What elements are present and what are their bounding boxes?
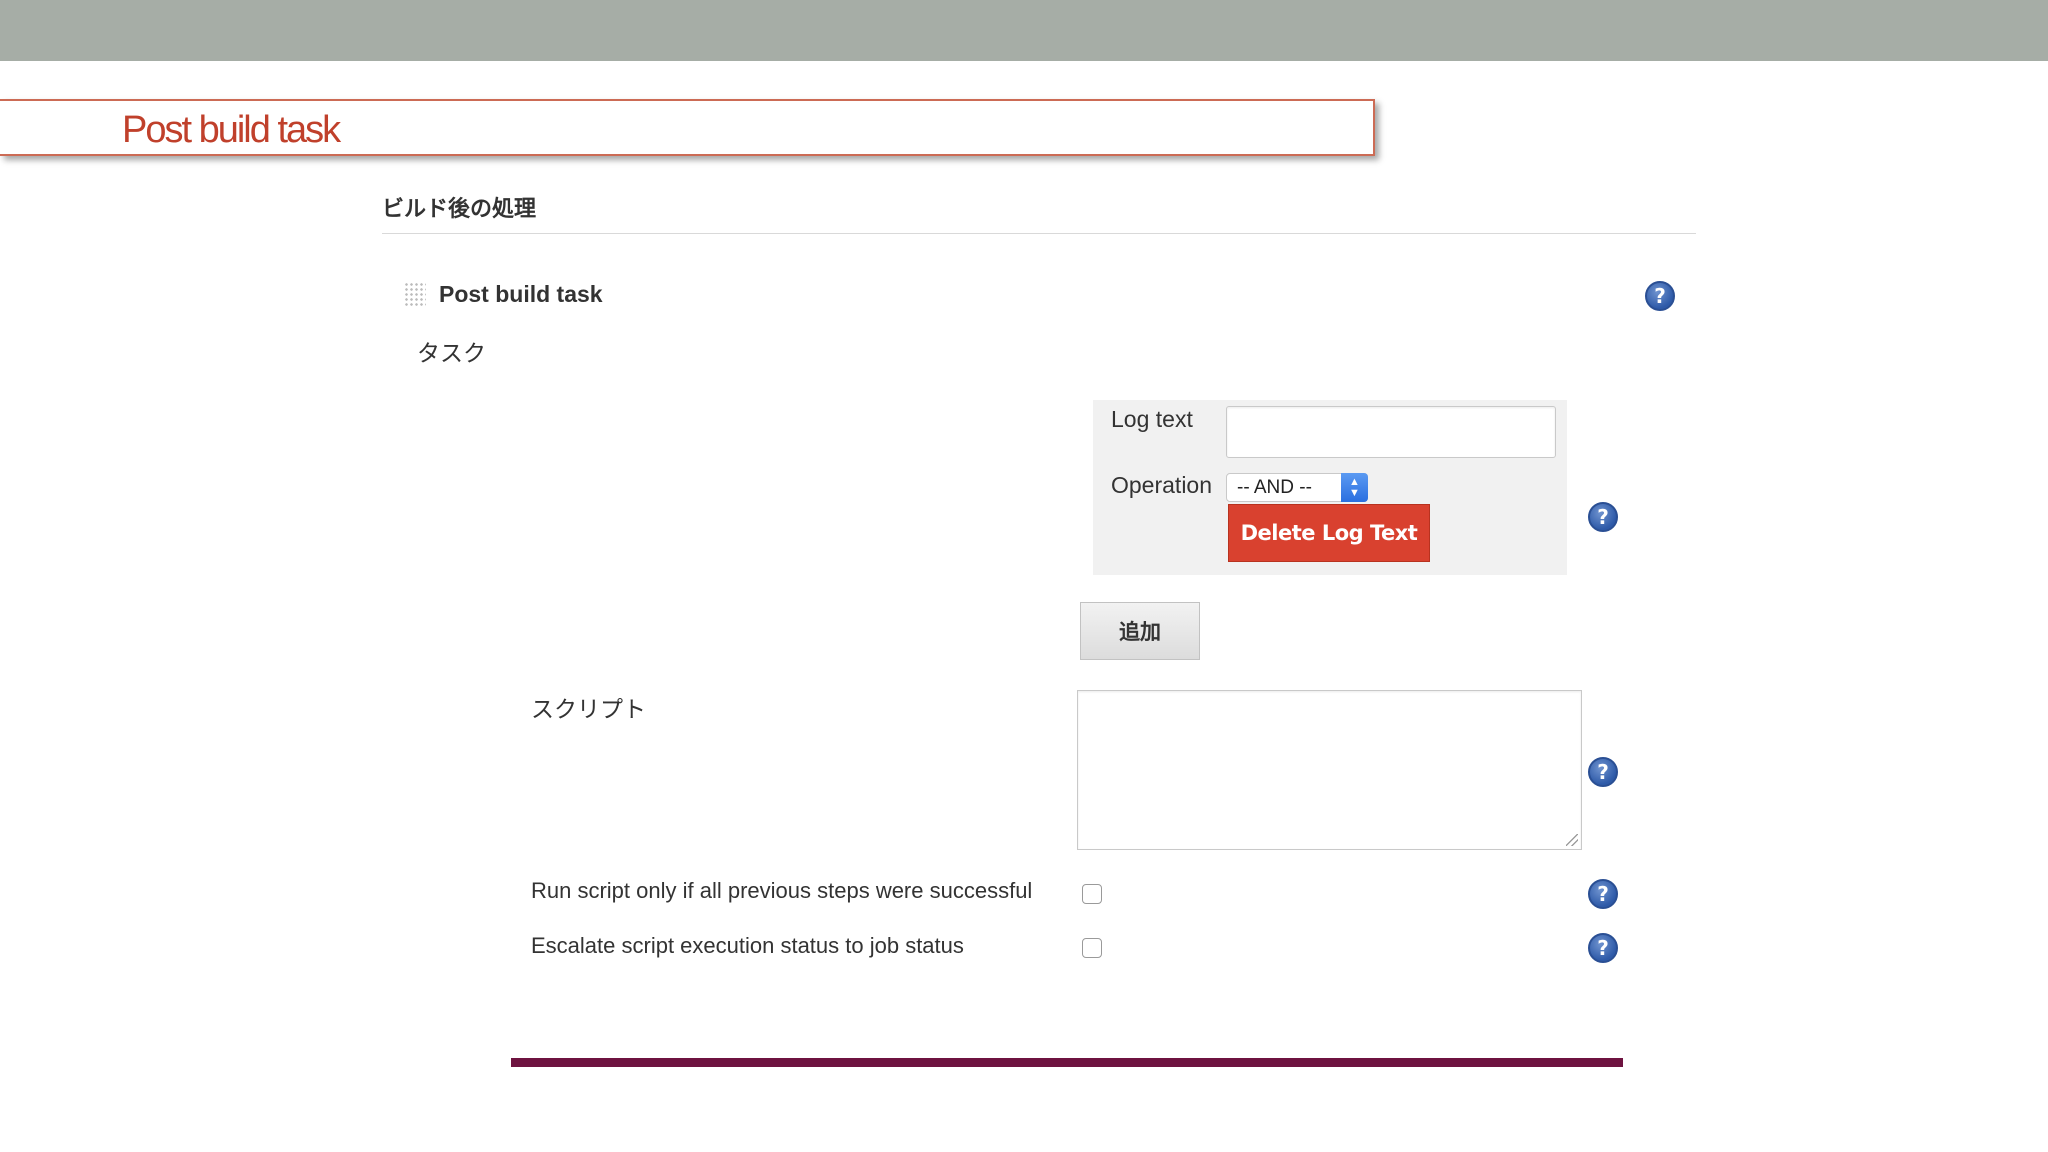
- task-panel: Log text Operation -- AND -- ▲ ▼ Delete L…: [1093, 400, 1567, 575]
- resize-grip-icon[interactable]: [1566, 834, 1578, 846]
- top-banner: [0, 0, 2048, 61]
- script-help-icon[interactable]: ?: [1588, 757, 1618, 787]
- operation-label: Operation: [1111, 472, 1213, 498]
- escalate-status-label: Escalate script execution status to job …: [531, 933, 964, 958]
- section-heading: ビルド後の処理: [382, 197, 537, 222]
- escalate-status-help-icon[interactable]: ?: [1588, 933, 1618, 963]
- operation-select[interactable]: -- AND -- ▲ ▼: [1226, 473, 1368, 502]
- slide-title-box: Post build task: [0, 99, 1375, 156]
- task-help-icon[interactable]: ?: [1588, 502, 1618, 532]
- log-text-input[interactable]: [1226, 406, 1556, 458]
- script-textarea[interactable]: [1077, 690, 1582, 850]
- run-only-if-successful-label: Run script only if all previous steps we…: [531, 878, 1033, 903]
- slide-title: Post build task: [122, 109, 341, 151]
- drag-handle-icon[interactable]: [404, 282, 426, 308]
- delete-log-text-button[interactable]: Delete Log Text: [1228, 504, 1430, 562]
- run-only-if-successful-help-icon[interactable]: ?: [1588, 879, 1618, 909]
- task-label: タスク: [417, 341, 486, 367]
- up-down-arrows-icon: ▲ ▼: [1341, 473, 1368, 502]
- run-only-if-successful-checkbox[interactable]: [1082, 884, 1102, 904]
- log-text-label: Log text: [1111, 406, 1193, 432]
- bottom-accent-bar: [511, 1058, 1623, 1067]
- escalate-status-checkbox[interactable]: [1082, 938, 1102, 958]
- script-label: スクリプト: [531, 697, 646, 723]
- add-button[interactable]: 追加: [1080, 602, 1200, 660]
- help-icon[interactable]: ?: [1645, 281, 1675, 311]
- operation-select-value: -- AND --: [1237, 477, 1312, 498]
- section-divider: [382, 233, 1696, 234]
- block-title: Post build task: [439, 281, 603, 307]
